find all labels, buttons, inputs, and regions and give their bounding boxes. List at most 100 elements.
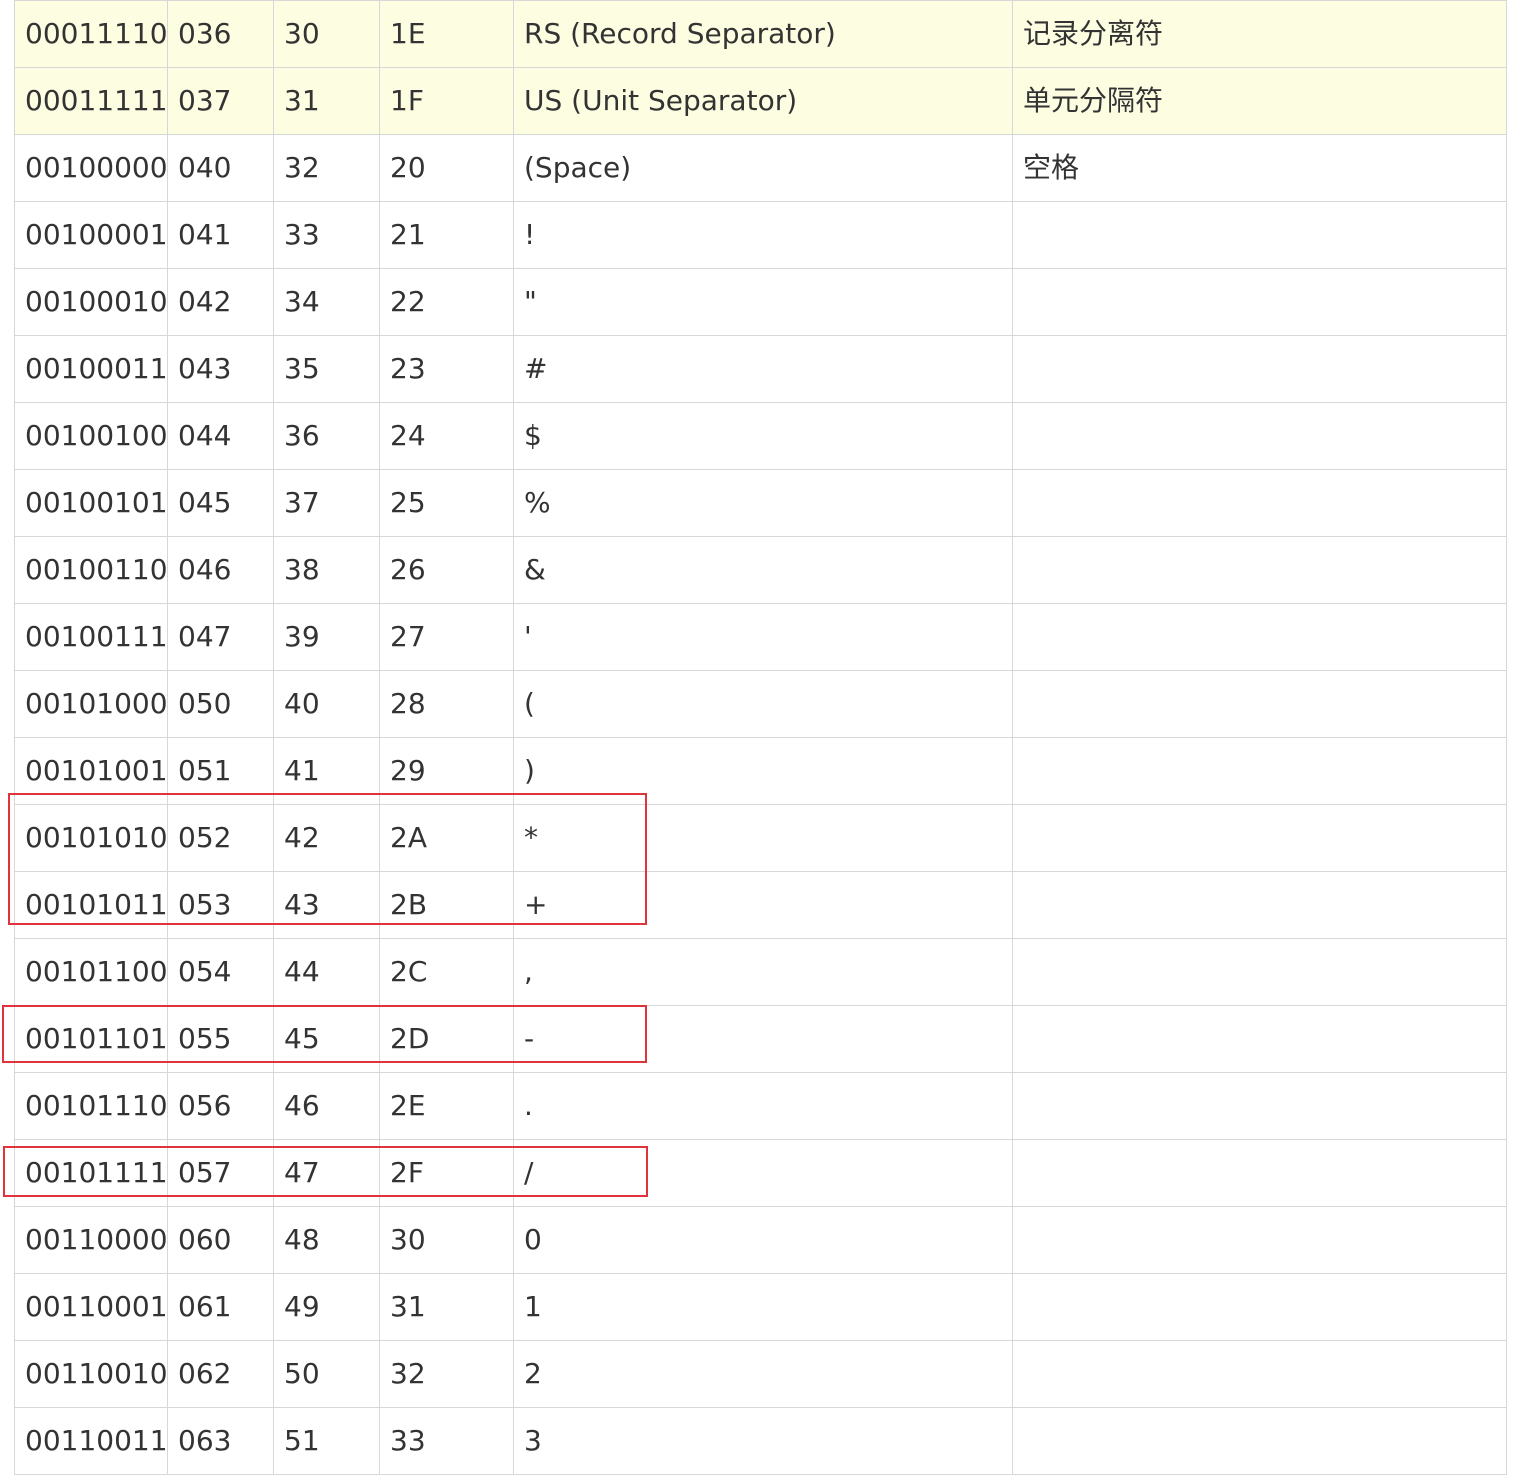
cell-description [1012,1139,1507,1207]
cell-octal: 050 [167,670,274,738]
cell-hex: 29 [379,737,514,805]
cell-octal: 044 [167,402,274,470]
cell-hex: 27 [379,603,514,671]
cell-octal: 054 [167,938,274,1006]
cell-binary: 00101000 [14,670,168,738]
cell-binary: 00101010 [14,804,168,872]
cell-abbreviation: ( [513,670,1013,738]
table-row: 00101100 054 44 2C, [14,938,1507,1006]
cell-binary: 00100110 [14,536,168,604]
cell-hex: 30 [379,1206,514,1274]
cell-decimal: 37 [273,469,380,537]
cell-description [1012,1005,1507,1073]
cell-decimal: 33 [273,201,380,269]
cell-abbreviation: % [513,469,1013,537]
ascii-table-container: 00011110 036 30 1E RS (Record Separator) 记录分离… [14,0,1507,1475]
cell-description [1012,469,1507,537]
cell-description [1012,871,1507,939]
cell-octal: 055 [167,1005,274,1073]
cell-octal: 043 [167,335,274,403]
cell-abbreviation: $ [513,402,1013,470]
table-row: 00110000 060 48 30 0 [14,1206,1507,1274]
cell-binary: 00101100 [14,938,168,1006]
cell-abbreviation: # [513,335,1013,403]
cell-binary: 00100100 [14,402,168,470]
cell-description: 记录分离符 [1012,0,1507,68]
cell-hex: 26 [379,536,514,604]
cell-hex: 2A [379,804,514,872]
cell-description [1012,1072,1507,1140]
cell-hex: 20 [379,134,514,202]
cell-decimal: 40 [273,670,380,738]
cell-hex: 2D [379,1005,514,1073]
cell-octal: 051 [167,737,274,805]
cell-decimal: 38 [273,536,380,604]
cell-description [1012,938,1507,1006]
cell-description [1012,1273,1507,1341]
cell-description [1012,402,1507,470]
cell-hex: 21 [379,201,514,269]
cell-binary: 00011111 [14,67,168,135]
cell-binary: 00110010 [14,1340,168,1408]
cell-decimal: 30 [273,0,380,68]
cell-abbreviation: / [513,1139,1013,1207]
cell-abbreviation: * [513,804,1013,872]
cell-hex: 23 [379,335,514,403]
cell-description [1012,268,1507,336]
table-row: 00100100 044 36 24 $ [14,402,1507,470]
cell-decimal: 45 [273,1005,380,1073]
cell-decimal: 32 [273,134,380,202]
cell-description [1012,1407,1507,1475]
cell-hex: 33 [379,1407,514,1475]
cell-decimal: 31 [273,67,380,135]
cell-decimal: 41 [273,737,380,805]
table-row: 00100010 042 34 22 " [14,268,1507,336]
cell-binary: 00110001 [14,1273,168,1341]
cell-abbreviation: " [513,268,1013,336]
cell-decimal: 49 [273,1273,380,1341]
cell-abbreviation: 0 [513,1206,1013,1274]
table-row: 00011111 037 31 1F US (Unit Separator) 单元分隔符 [14,67,1507,135]
cell-description [1012,335,1507,403]
cell-description [1012,603,1507,671]
cell-description [1012,1340,1507,1408]
cell-octal: 060 [167,1206,274,1274]
cell-decimal: 39 [273,603,380,671]
cell-description: 空格 [1012,134,1507,202]
table-row: 00101010 052 42 2A * [14,804,1507,872]
cell-octal: 040 [167,134,274,202]
cell-description [1012,737,1507,805]
cell-binary: 00101110 [14,1072,168,1140]
table-row: 00101111 057 47 2F / [14,1139,1507,1207]
cell-binary: 00101101 [14,1005,168,1073]
cell-description [1012,670,1507,738]
table-row: 00100011 043 35 23 # [14,335,1507,403]
cell-decimal: 34 [273,268,380,336]
cell-binary: 00100000 [14,134,168,202]
cell-octal: 056 [167,1072,274,1140]
cell-binary: 00110000 [14,1206,168,1274]
table-row: 00101101 055 45 2D - [14,1005,1507,1073]
cell-octal: 046 [167,536,274,604]
cell-binary: 00100011 [14,335,168,403]
cell-decimal: 42 [273,804,380,872]
cell-abbreviation: (Space) [513,134,1013,202]
cell-octal: 062 [167,1340,274,1408]
cell-decimal: 48 [273,1206,380,1274]
cell-binary: 00110011 [14,1407,168,1475]
table-row: 00110010 062 50 32 2 [14,1340,1507,1408]
cell-decimal: 44 [273,938,380,1006]
cell-decimal: 51 [273,1407,380,1475]
cell-decimal: 46 [273,1072,380,1140]
cell-hex: 2C [379,938,514,1006]
table-row: 00101011 053 43 2B + [14,871,1507,939]
table-row: 00100101 045 37 25% [14,469,1507,537]
cell-hex: 32 [379,1340,514,1408]
cell-octal: 042 [167,268,274,336]
table-row: 00100111 047 39 27 ' [14,603,1507,671]
cell-binary: 00101001 [14,737,168,805]
cell-decimal: 36 [273,402,380,470]
cell-abbreviation: ' [513,603,1013,671]
cell-binary: 00101111 [14,1139,168,1207]
cell-abbreviation: 2 [513,1340,1013,1408]
